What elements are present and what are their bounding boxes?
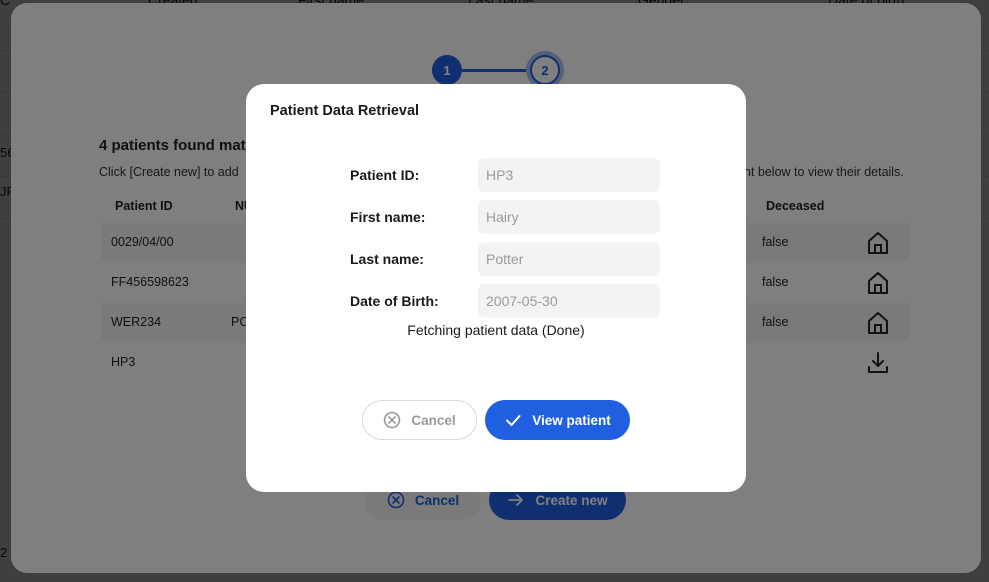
patient-id-row: Patient ID: — [350, 158, 660, 192]
modal-title: Patient Data Retrieval — [270, 103, 420, 119]
patient-data-retrieval-modal: Patient Data Retrieval Patient ID: First… — [246, 84, 746, 492]
last-name-row: Last name: — [350, 242, 660, 276]
patient-id-field[interactable] — [478, 158, 660, 192]
date-of-birth-row: Date of Birth: — [350, 284, 660, 318]
first-name-field[interactable] — [478, 200, 660, 234]
fetch-status: Fetching patient data (Done) — [407, 322, 585, 338]
check-icon — [504, 411, 522, 429]
first-name-row: First name: — [350, 200, 660, 234]
last-name-label: Last name: — [350, 251, 424, 267]
view-patient-button[interactable]: View patient — [485, 400, 630, 440]
last-name-field[interactable] — [478, 242, 660, 276]
date-of-birth-label: Date of Birth: — [350, 293, 439, 309]
cancel-button[interactable]: Cancel — [362, 400, 477, 440]
view-patient-label: View patient — [532, 412, 611, 428]
cancel-label: Cancel — [411, 412, 456, 428]
patient-id-label: Patient ID: — [350, 167, 420, 183]
close-circle-icon — [383, 411, 401, 429]
first-name-label: First name: — [350, 209, 426, 225]
date-of-birth-field[interactable] — [478, 284, 660, 318]
